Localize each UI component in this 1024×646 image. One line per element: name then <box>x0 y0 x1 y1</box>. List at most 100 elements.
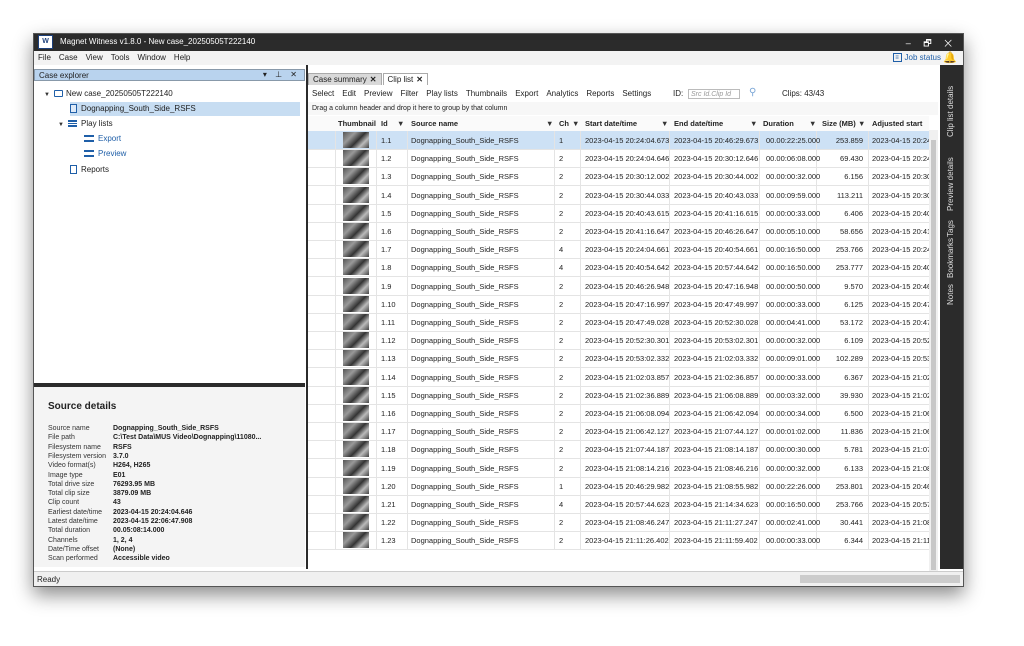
clip-thumbnail[interactable] <box>343 405 369 421</box>
clip-thumbnail[interactable] <box>343 204 369 221</box>
table-row[interactable]: 1.13 Dognapping_South_Side_RSFS 2 2023-04-1… <box>308 349 931 369</box>
tab-notes[interactable]: Notes <box>946 284 955 305</box>
tree-node-case[interactable]: ▼ New case_20250505T222140 <box>44 87 173 101</box>
clip-thumbnail[interactable] <box>343 350 369 367</box>
menu-view[interactable]: View <box>82 51 107 65</box>
table-row[interactable]: 1.15 Dognapping_South_Side_RSFS 2 2023-04-1… <box>308 385 931 405</box>
chevron-down-icon[interactable]: ▼ <box>44 88 54 102</box>
clip-thumbnail[interactable] <box>343 459 369 476</box>
clip-thumbnail[interactable] <box>343 441 369 458</box>
table-row[interactable]: 1.1 Dognapping_South_Side_RSFS 1 2023-04-15… <box>308 131 931 150</box>
tree-node-source[interactable]: Dognapping_South_Side_RSFS <box>70 102 300 116</box>
filter-icon[interactable]: ▼ <box>546 119 553 128</box>
window-controls[interactable]: – 🗗 ✕ <box>906 36 957 52</box>
col-end[interactable]: End date/time <box>674 119 723 128</box>
bell-icon[interactable]: 🔔 <box>943 51 957 64</box>
table-row[interactable]: 1.22 Dognapping_South_Side_RSFS 2 2023-04-1… <box>308 513 931 533</box>
table-row[interactable]: 1.6 Dognapping_South_Side_RSFS 2 2023-04-15… <box>308 222 931 241</box>
table-row[interactable]: 1.21 Dognapping_South_Side_RSFS 4 2023-04-1… <box>308 495 931 514</box>
job-status-button[interactable]: ≡ Job status <box>892 53 941 63</box>
filter-icon[interactable]: ▼ <box>661 119 668 128</box>
tree-node-preview[interactable]: Preview <box>84 147 126 161</box>
table-row[interactable]: 1.8 Dognapping_South_Side_RSFS 4 2023-04-15… <box>308 258 931 278</box>
tab-clip-list[interactable]: Clip list ✕ <box>382 73 428 85</box>
clip-thumbnail[interactable] <box>343 186 369 203</box>
toolbar-select[interactable]: Select <box>308 87 338 101</box>
menu-case[interactable]: Case <box>55 51 82 65</box>
table-row[interactable]: 1.11 Dognapping_South_Side_RSFS 2 2023-04-1… <box>308 313 931 332</box>
toolbar-preview[interactable]: Preview <box>360 87 396 101</box>
filter-icon[interactable]: ▼ <box>750 119 757 128</box>
tab-clip-list-details[interactable]: Clip list details <box>946 86 955 137</box>
tab-tags[interactable]: Tags <box>946 220 955 237</box>
toolbar-thumbnails[interactable]: Thumbnails <box>462 87 511 101</box>
scroll-thumb[interactable] <box>931 140 936 570</box>
filter-icon[interactable]: ▼ <box>858 119 865 128</box>
clip-thumbnail[interactable] <box>343 496 369 512</box>
table-row[interactable]: 1.12 Dognapping_South_Side_RSFS 2 2023-04-1… <box>308 331 931 351</box>
clip-thumbnail[interactable] <box>343 514 369 531</box>
clip-thumbnail[interactable] <box>343 277 369 294</box>
tab-bookmarks[interactable]: Bookmarks <box>946 238 955 278</box>
col-adjusted-start[interactable]: Adjusted start <box>872 119 922 128</box>
group-by-bar[interactable]: Drag a column header and drop it here to… <box>308 102 938 115</box>
table-row[interactable]: 1.3 Dognapping_South_Side_RSFS 2 2023-04-15… <box>308 167 931 187</box>
table-row[interactable]: 1.19 Dognapping_South_Side_RSFS 2 2023-04-1… <box>308 458 931 478</box>
clip-thumbnail[interactable] <box>343 295 369 312</box>
filter-icon[interactable]: ▼ <box>572 119 579 128</box>
menu-window[interactable]: Window <box>133 51 169 65</box>
table-row[interactable]: 1.4 Dognapping_South_Side_RSFS 2 2023-04-15… <box>308 185 931 205</box>
table-row[interactable]: 1.16 Dognapping_South_Side_RSFS 2 2023-04-1… <box>308 404 931 423</box>
tab-preview-details[interactable]: Preview details <box>946 157 955 211</box>
table-row[interactable]: 1.10 Dognapping_South_Side_RSFS 2 2023-04-1… <box>308 294 931 314</box>
clip-thumbnail[interactable] <box>343 368 369 385</box>
clip-thumbnail[interactable] <box>343 332 369 349</box>
clip-thumbnail[interactable] <box>343 223 369 239</box>
tree-node-reports[interactable]: Reports <box>70 163 109 177</box>
col-ch[interactable]: Ch <box>559 119 569 128</box>
id-search-input[interactable]: Src Id.Clip Id <box>688 89 740 99</box>
clip-thumbnail[interactable] <box>343 423 369 440</box>
tree-node-export[interactable]: Export <box>84 132 121 146</box>
menu-file[interactable]: File <box>34 51 55 65</box>
vertical-scrollbar[interactable] <box>929 130 938 583</box>
col-thumbnail[interactable]: Thumbnail <box>338 119 376 128</box>
toolbar-filter[interactable]: Filter <box>396 87 422 101</box>
clip-thumbnail[interactable] <box>343 241 369 258</box>
table-row[interactable]: 1.5 Dognapping_South_Side_RSFS 2 2023-04-15… <box>308 203 931 223</box>
search-icon[interactable]: ⚲ <box>749 87 756 98</box>
table-row[interactable]: 1.18 Dognapping_South_Side_RSFS 2 2023-04-1… <box>308 440 931 460</box>
toolbar-edit[interactable]: Edit <box>338 87 360 101</box>
table-row[interactable]: 1.17 Dognapping_South_Side_RSFS 2 2023-04-1… <box>308 422 931 442</box>
toolbar-export[interactable]: Export <box>511 87 542 101</box>
col-id[interactable]: Id <box>381 119 388 128</box>
toolbar-analytics[interactable]: Analytics <box>542 87 582 101</box>
col-duration[interactable]: Duration <box>763 119 794 128</box>
clip-thumbnail[interactable] <box>343 477 369 494</box>
filter-icon[interactable]: ▼ <box>809 119 816 128</box>
menu-tools[interactable]: Tools <box>107 51 134 65</box>
col-source-name[interactable]: Source name <box>411 119 458 128</box>
col-start[interactable]: Start date/time <box>585 119 637 128</box>
clip-thumbnail[interactable] <box>343 386 369 403</box>
close-icon[interactable]: ✕ <box>370 75 377 84</box>
toolbar-play-lists[interactable]: Play lists <box>422 87 462 101</box>
filter-icon[interactable]: ▼ <box>397 119 404 128</box>
menu-help[interactable]: Help <box>170 51 194 65</box>
clip-thumbnail[interactable] <box>343 168 369 185</box>
toolbar-reports[interactable]: Reports <box>582 87 618 101</box>
pane-controls[interactable]: ▾ ⊥ ✕ <box>263 70 300 79</box>
table-row[interactable]: 1.23 Dognapping_South_Side_RSFS 2 2023-04-1… <box>308 531 931 551</box>
clip-thumbnail[interactable] <box>343 532 369 549</box>
col-size[interactable]: Size (MB) <box>822 119 856 128</box>
table-row[interactable]: 1.2 Dognapping_South_Side_RSFS 2 2023-04-15… <box>308 149 931 169</box>
close-icon[interactable]: ✕ <box>416 75 423 84</box>
table-row[interactable]: 1.9 Dognapping_South_Side_RSFS 2 2023-04-15… <box>308 276 931 296</box>
clip-thumbnail[interactable] <box>343 259 369 276</box>
table-row[interactable]: 1.7 Dognapping_South_Side_RSFS 4 2023-04-15… <box>308 240 931 260</box>
table-row[interactable]: 1.14 Dognapping_South_Side_RSFS 2 2023-04-1… <box>308 367 931 387</box>
clip-thumbnail[interactable] <box>343 314 369 330</box>
tab-case-summary[interactable]: Case summary ✕ <box>308 73 382 85</box>
table-row[interactable]: 1.20 Dognapping_South_Side_RSFS 1 2023-04-1… <box>308 476 931 496</box>
clip-thumbnail[interactable] <box>343 132 369 148</box>
